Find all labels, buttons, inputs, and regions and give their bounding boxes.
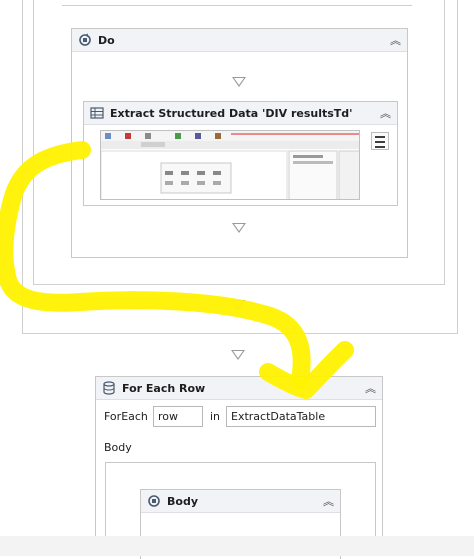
highlighter-arrow-annotation xyxy=(0,141,354,399)
highlighter-stroke xyxy=(0,141,311,389)
